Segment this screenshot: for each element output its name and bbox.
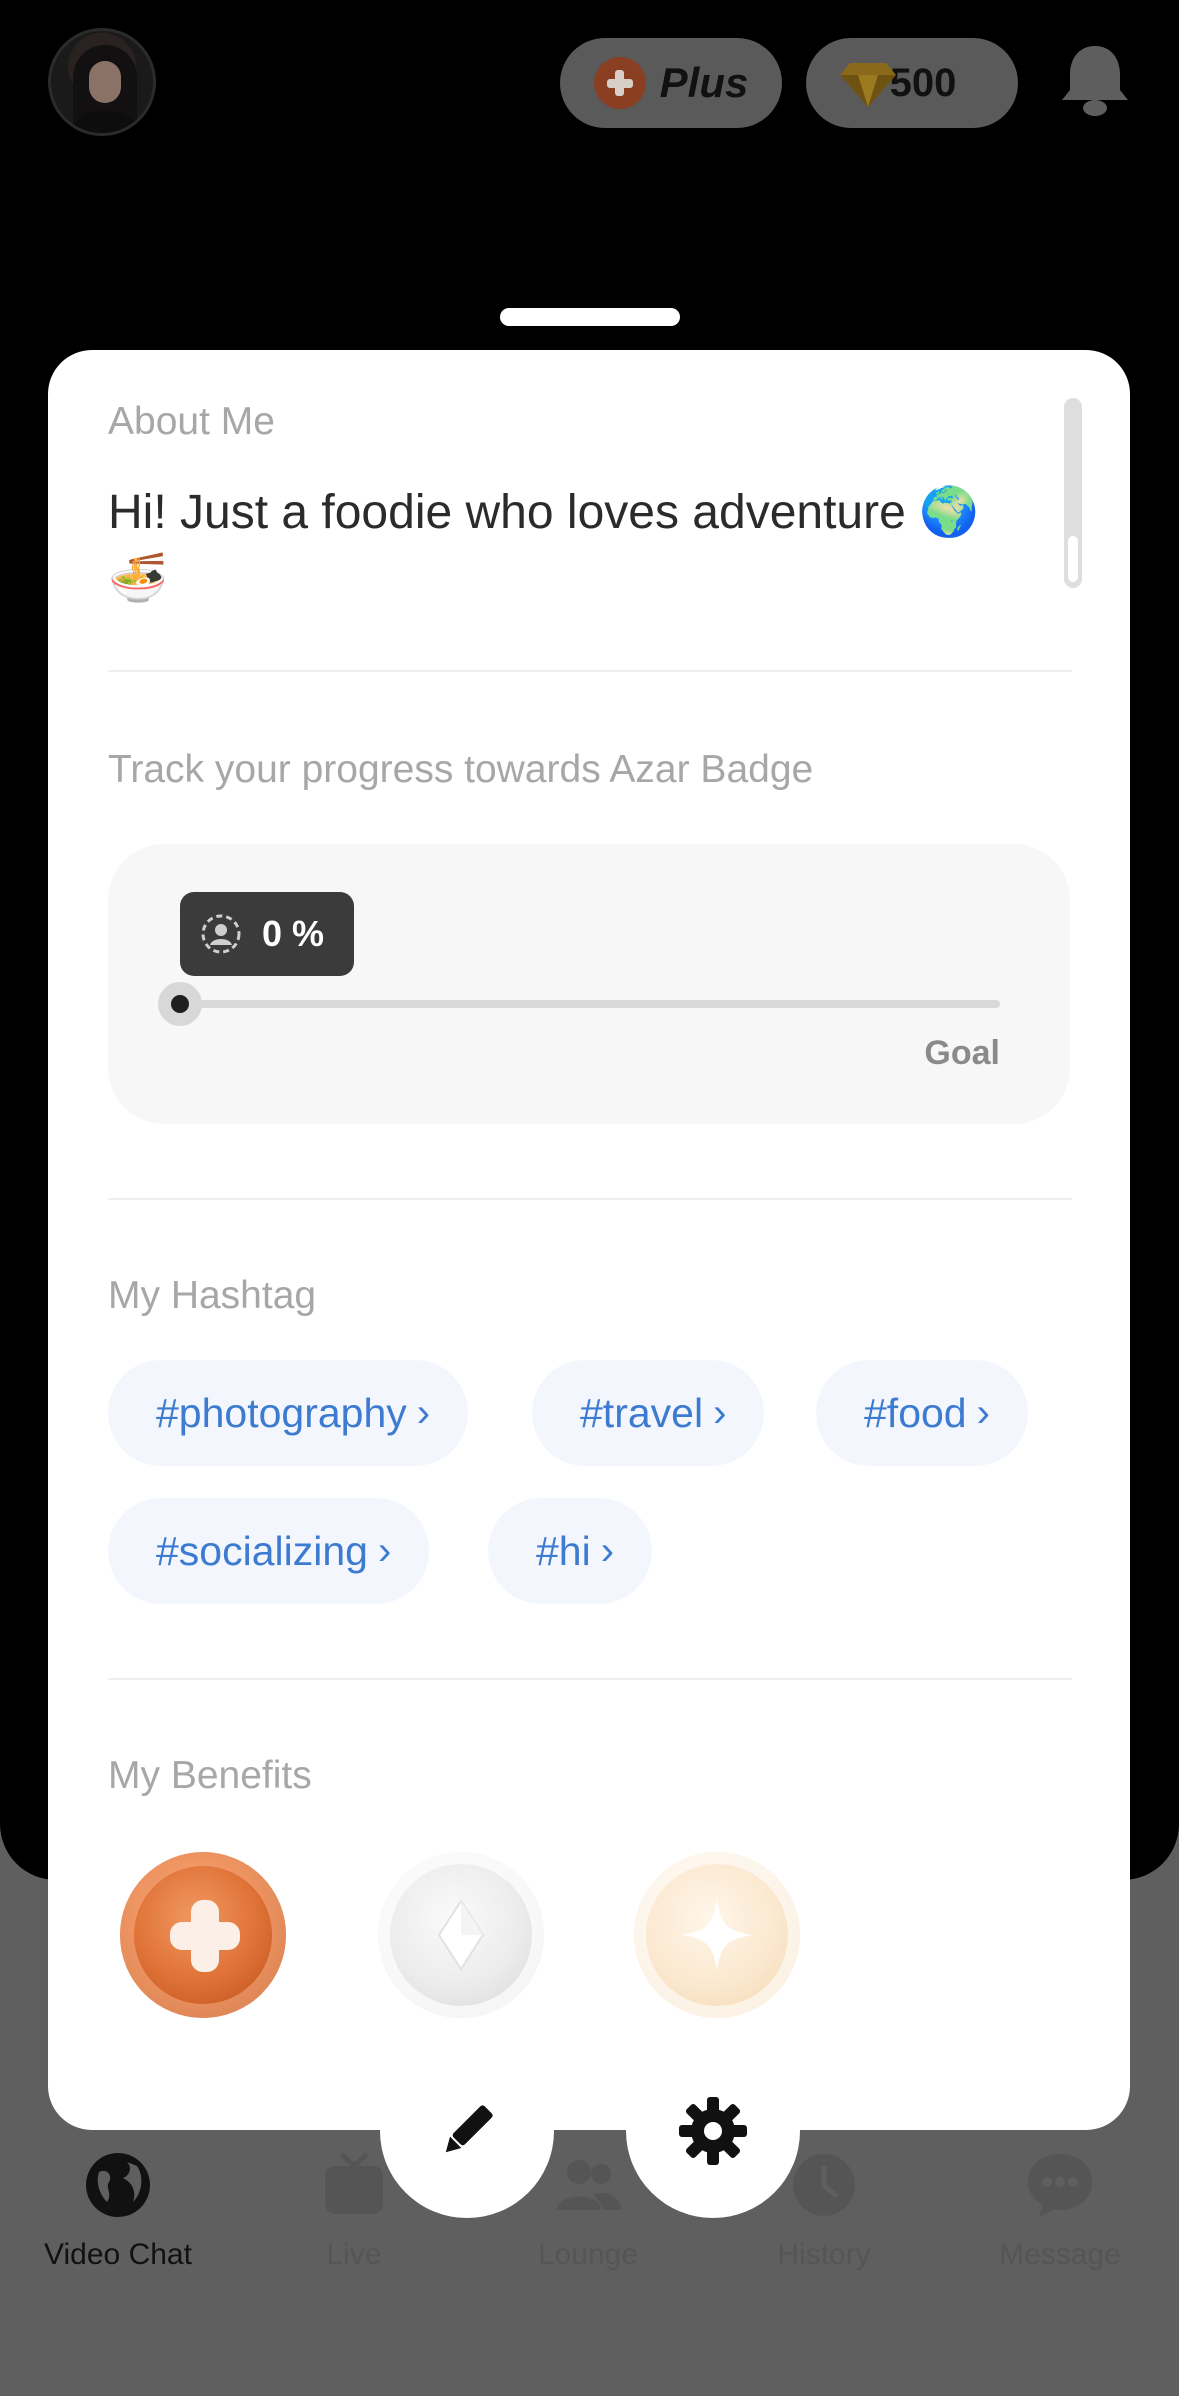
chevron-right-icon: › xyxy=(416,1390,431,1435)
nav-label: History xyxy=(777,2238,871,2271)
scrollbar-thumb[interactable] xyxy=(1068,536,1078,582)
divider xyxy=(108,670,1072,672)
hashtag-label: #hi xyxy=(536,1527,591,1574)
gold-sparkle-medal-icon[interactable] xyxy=(634,1852,800,2018)
gem-count: 500 xyxy=(889,60,957,105)
gear-icon xyxy=(679,2097,747,2165)
progress-percent-tooltip: 0 % xyxy=(180,892,354,976)
nav-label: Lounge xyxy=(537,2238,639,2271)
chevron-right-icon: › xyxy=(600,1528,615,1573)
chevron-right-icon: › xyxy=(976,1390,990,1435)
hashtag-label: #travel xyxy=(580,1389,704,1436)
hashtag-chip[interactable]: #photography › xyxy=(108,1360,469,1466)
app-root: Plus 500 Video Chat Live Lounge History … xyxy=(0,0,1179,2396)
progress-track xyxy=(180,1000,1000,1008)
divider xyxy=(108,1198,1072,1200)
hashtag-chip[interactable]: #socializing › xyxy=(108,1498,430,1604)
gem-balance-button[interactable]: 500 xyxy=(806,38,1018,128)
plus-badge-icon xyxy=(593,57,646,109)
hashtag-label: #socializing xyxy=(156,1527,368,1574)
notification-bell-icon[interactable] xyxy=(1060,40,1130,120)
progress-percent: 0 % xyxy=(262,913,325,954)
hashtag-chip[interactable]: #hi › xyxy=(488,1498,653,1604)
nav-message[interactable]: Message xyxy=(960,2150,1160,2272)
silver-diamond-medal-icon[interactable] xyxy=(378,1852,544,2018)
divider xyxy=(108,1678,1072,1680)
people-icon xyxy=(553,2150,623,2220)
benefits-heading: My Benefits xyxy=(108,1754,312,1797)
clock-icon xyxy=(789,2150,859,2220)
progress-heading: Track your progress towards Azar Badge xyxy=(108,748,814,791)
nav-label: Message xyxy=(999,2238,1121,2271)
hashtag-label: #photography xyxy=(156,1389,407,1436)
tv-icon xyxy=(319,2150,389,2220)
about-me-text: Hi! Just a foodie who loves adventure 🌍 … xyxy=(108,486,979,605)
plus-subscription-button[interactable]: Plus xyxy=(560,38,782,128)
hashtag-heading: My Hashtag xyxy=(108,1274,317,1317)
plus-benefit-medal-icon[interactable] xyxy=(120,1852,286,2018)
settings-button[interactable] xyxy=(626,2044,800,2218)
chevron-right-icon: › xyxy=(377,1528,392,1573)
nav-label: Live xyxy=(326,2238,382,2271)
profile-avatar[interactable] xyxy=(48,28,156,136)
pencil-icon xyxy=(445,2105,493,2153)
nav-label: Video Chat xyxy=(44,2238,192,2271)
sheet-drag-handle[interactable] xyxy=(500,308,680,326)
plus-label: Plus xyxy=(659,59,749,106)
goal-label: Goal xyxy=(924,1034,1000,1072)
edit-profile-button[interactable] xyxy=(380,2044,554,2218)
progress-indicator xyxy=(158,982,202,1026)
chat-bubble-icon xyxy=(1025,2150,1095,2220)
chevron-right-icon: › xyxy=(713,1390,727,1435)
badge-progress-card xyxy=(108,844,1070,1124)
globe-icon xyxy=(83,2150,153,2220)
nav-video-chat[interactable]: Video Chat xyxy=(18,2150,218,2272)
hashtag-chip[interactable]: #food › xyxy=(816,1360,1028,1466)
hashtag-label: #food xyxy=(864,1389,967,1436)
hashtag-chip[interactable]: #travel › xyxy=(532,1360,765,1466)
about-me-heading: About Me xyxy=(108,400,275,443)
badge-verify-icon xyxy=(201,914,241,954)
